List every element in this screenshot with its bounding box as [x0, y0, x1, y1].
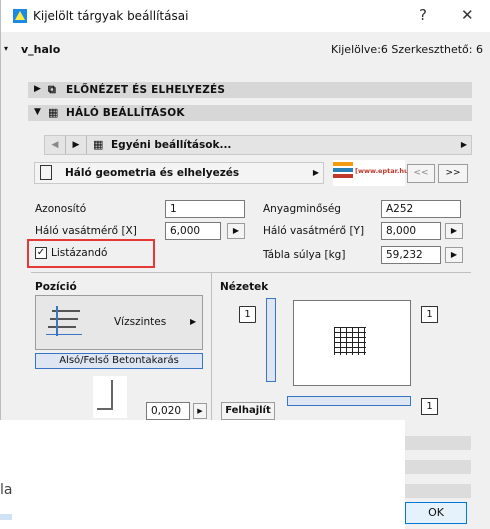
side-view-bar: [266, 298, 276, 382]
app-icon: [13, 9, 27, 23]
geometry-dropdown[interactable]: Háló geometria és elhelyezés ▶: [34, 162, 324, 184]
nezetek-title: Nézetek: [220, 281, 269, 293]
listazando-checkbox[interactable]: ✓: [35, 247, 47, 259]
chevron-right-icon: ▶: [232, 226, 240, 235]
cover-button[interactable]: Alsó/Felső Betontakarás: [35, 353, 203, 369]
section-label: ELŐNÉZET ÉS ELHELYEZÉS: [66, 84, 226, 96]
vasatmero-y-field[interactable]: 8,000: [381, 222, 441, 240]
chevron-right-icon: ▶: [312, 168, 319, 177]
vasatmero-x-field[interactable]: 6,000: [165, 222, 221, 240]
view-badge-1[interactable]: 1: [239, 306, 256, 323]
previous-arrow-icon[interactable]: ◀: [45, 136, 66, 154]
view-badge-2[interactable]: 1: [421, 306, 438, 323]
close-button[interactable]: ✕: [461, 6, 474, 24]
section-preview-placement[interactable]: ▶ ⧉ ELŐNÉZET ÉS ELHELYEZÉS: [28, 82, 472, 98]
ok-button[interactable]: OK: [405, 502, 467, 524]
azonosito-label: Azonosító: [35, 203, 87, 215]
chevron-right-icon[interactable]: ▶: [461, 140, 467, 149]
tabla-sulya-label: Tábla súlya [kg]: [263, 249, 346, 261]
custom-settings-icon: ▦: [93, 138, 104, 151]
divider: [31, 272, 471, 273]
object-name: v_halo: [21, 43, 61, 56]
peek-text: la: [0, 482, 13, 498]
anyagminoseg-label: Anyagminőség: [263, 203, 341, 215]
eptar-logo: [www.eptar.hu]: [333, 160, 412, 186]
mesh-settings-icon: ▦: [48, 106, 59, 119]
anyagminoseg-field[interactable]: A252: [381, 200, 461, 218]
chevron-down-icon: ▼: [34, 107, 42, 117]
divider: [211, 272, 212, 422]
section-label: HÁLÓ BEÁLLÍTÁSOK: [66, 107, 185, 119]
chevron-right-icon: ▶: [450, 250, 458, 259]
custom-settings-bar: ◀ ▶ ▦ Egyéni beállítások... ▶: [44, 135, 472, 155]
front-view-bar: [287, 396, 411, 406]
vasatmero-y-dropdown[interactable]: ▶: [445, 223, 463, 239]
orientation-selector[interactable]: Vízszintes ▶: [35, 295, 203, 350]
flip-button[interactable]: Felhajlít: [221, 402, 275, 420]
offset-dropdown[interactable]: ▶: [193, 403, 207, 419]
next-arrow-icon[interactable]: ▶: [66, 136, 87, 154]
vasatmero-x-dropdown[interactable]: ▶: [227, 223, 245, 239]
rebar-preview-icon: [93, 376, 127, 418]
custom-settings-label[interactable]: Egyéni beállítások...: [111, 139, 231, 151]
horizontal-mesh-icon: [46, 304, 86, 342]
listazando-label: Listázandó: [51, 247, 108, 259]
tabla-sulya-dropdown[interactable]: ▶: [445, 247, 463, 263]
help-button[interactable]: ?: [419, 6, 427, 24]
view-badge-3[interactable]: 1: [421, 398, 438, 415]
next-page-button[interactable]: >>: [438, 164, 468, 183]
chevron-right-icon: ▶: [450, 226, 458, 235]
vasatmero-y-label: Háló vasátmérő [Y]: [263, 225, 365, 237]
overlapping-window: la: [0, 420, 405, 529]
settings-dialog: Kijelölt tárgyak beállításai ? ✕ ▾ v_hal…: [0, 0, 490, 440]
list-icon: [40, 165, 52, 180]
footer-bar: [405, 484, 471, 498]
footer-bar: [405, 436, 471, 450]
collapse-caret-icon[interactable]: ▾: [4, 44, 8, 53]
vasatmero-x-label: Háló vasátmérő [X]: [35, 225, 137, 237]
peek-bar: [0, 514, 12, 520]
selection-status: Kijelölve:6 Szerkeszthető: 6: [330, 43, 483, 56]
window-title: Kijelölt tárgyak beállításai: [33, 9, 189, 23]
preview-icon: ⧉: [48, 83, 57, 96]
footer-bar: [405, 460, 471, 474]
section-mesh-settings[interactable]: ▼ ▦ HÁLÓ BEÁLLÍTÁSOK: [28, 105, 472, 121]
checkmark-icon: ✓: [36, 247, 46, 258]
orientation-label: Vízszintes: [114, 316, 167, 328]
chevron-right-icon: ▶: [190, 317, 197, 326]
geometry-label: Háló geometria és elhelyezés: [65, 167, 240, 179]
plan-view: [293, 300, 411, 386]
pozicio-title: Pozíció: [35, 281, 77, 293]
azonosito-field[interactable]: 1: [165, 200, 245, 218]
mesh-grid-icon: [334, 327, 366, 355]
prev-page-button[interactable]: <<: [407, 164, 435, 183]
chevron-right-icon: ▶: [34, 84, 42, 94]
chevron-right-icon: ▶: [197, 407, 203, 415]
offset-field[interactable]: 0,020: [146, 402, 190, 420]
tabla-sulya-field[interactable]: 59,232: [381, 246, 441, 264]
title-bar: Kijelölt tárgyak beállításai ? ✕: [1, 0, 490, 32]
